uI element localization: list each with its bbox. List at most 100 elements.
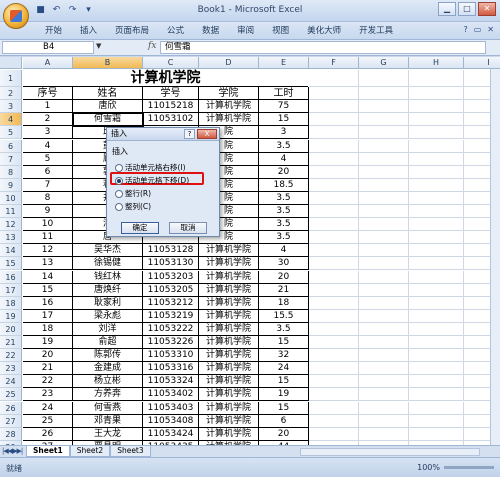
row-header[interactable]: 9 xyxy=(0,178,22,192)
option-shift-right[interactable]: 活动单元格右移(I) xyxy=(115,162,186,173)
table-cell[interactable]: 10 xyxy=(23,218,73,232)
empty-cell[interactable] xyxy=(359,362,409,376)
table-cell[interactable]: 计算机学院 xyxy=(199,244,259,258)
table-cell[interactable]: 24 xyxy=(23,401,73,415)
radio-selected-icon[interactable] xyxy=(115,176,123,185)
empty-cell[interactable] xyxy=(359,178,409,192)
empty-cell[interactable] xyxy=(309,257,359,271)
empty-cell[interactable] xyxy=(409,70,464,88)
dialog-help-button[interactable]: ? xyxy=(184,129,195,139)
table-cell[interactable]: 计算机学院 xyxy=(199,257,259,271)
table-cell[interactable]: 陈郭传 xyxy=(73,349,143,363)
zoom-level[interactable]: 100% xyxy=(417,463,440,472)
sheet-tab[interactable]: Sheet2 xyxy=(69,446,111,457)
empty-cell[interactable] xyxy=(409,191,464,205)
empty-cell[interactable] xyxy=(309,100,359,114)
table-cell[interactable]: 32 xyxy=(259,349,309,363)
empty-cell[interactable] xyxy=(409,205,464,219)
minimize-button[interactable]: ▁ xyxy=(438,2,456,16)
table-cell[interactable]: 14 xyxy=(23,270,73,284)
table-cell[interactable]: 26 xyxy=(23,427,73,441)
header-cell[interactable]: 序号 xyxy=(23,87,73,101)
table-cell[interactable]: 计算机学院 xyxy=(199,362,259,376)
table-cell[interactable]: 何雪燕 xyxy=(73,401,143,415)
empty-cell[interactable] xyxy=(359,309,409,323)
table-cell[interactable]: 12 xyxy=(23,244,73,258)
empty-cell[interactable] xyxy=(409,349,464,363)
radio-icon[interactable] xyxy=(115,202,123,211)
table-cell[interactable]: 11053212 xyxy=(143,296,199,310)
table-cell[interactable]: 刘洋 xyxy=(73,322,143,336)
zoom-slider[interactable] xyxy=(444,466,494,469)
empty-cell[interactable] xyxy=(359,205,409,219)
table-cell[interactable]: 11053128 xyxy=(143,244,199,258)
empty-cell[interactable] xyxy=(309,401,359,415)
empty-cell[interactable] xyxy=(359,257,409,271)
row-header[interactable]: 28 xyxy=(0,427,22,441)
empty-cell[interactable] xyxy=(409,283,464,297)
empty-cell[interactable] xyxy=(409,87,464,101)
table-cell[interactable]: 15 xyxy=(259,401,309,415)
table-cell[interactable]: 30 xyxy=(259,257,309,271)
empty-cell[interactable] xyxy=(359,296,409,310)
table-cell[interactable]: 18 xyxy=(23,322,73,336)
table-cell[interactable]: 19 xyxy=(259,388,309,402)
cancel-button[interactable]: 取消 xyxy=(169,222,207,234)
row-header[interactable]: 11 xyxy=(0,205,22,219)
empty-cell[interactable] xyxy=(409,231,464,245)
table-cell[interactable]: 计算机学院 xyxy=(199,427,259,441)
ribbon-tab[interactable]: 审阅 xyxy=(228,24,263,39)
table-cell[interactable]: 计算机学院 xyxy=(199,349,259,363)
ribbon-tab[interactable]: 开发工具 xyxy=(350,24,402,39)
row-header[interactable]: 26 xyxy=(0,401,22,415)
column-header[interactable]: B xyxy=(73,57,143,69)
table-cell[interactable]: 23 xyxy=(23,388,73,402)
row-header[interactable]: 12 xyxy=(0,218,22,232)
empty-cell[interactable] xyxy=(309,218,359,232)
table-cell[interactable]: 18.5 xyxy=(259,178,309,192)
empty-cell[interactable] xyxy=(309,336,359,350)
help-icon[interactable]: ? xyxy=(463,25,467,34)
empty-cell[interactable] xyxy=(409,152,464,166)
empty-cell[interactable] xyxy=(309,283,359,297)
ribbon-tab[interactable]: 开始 xyxy=(36,24,71,39)
formula-input[interactable]: 何雪霜 xyxy=(160,41,486,54)
ribbon-tab[interactable]: 美化大师 xyxy=(298,24,350,39)
empty-cell[interactable] xyxy=(409,362,464,376)
row-header[interactable]: 10 xyxy=(0,191,22,205)
table-cell[interactable]: 王大龙 xyxy=(73,427,143,441)
ribbon-close-icon[interactable]: ✕ xyxy=(487,25,494,34)
table-cell[interactable]: 20 xyxy=(259,270,309,284)
radio-icon[interactable] xyxy=(115,189,123,198)
sheet-tab[interactable]: Sheet1 xyxy=(26,446,70,457)
table-cell[interactable]: 75 xyxy=(259,100,309,114)
header-cell[interactable]: 工时 xyxy=(259,87,309,101)
empty-cell[interactable] xyxy=(309,165,359,179)
table-cell[interactable]: 3 xyxy=(23,126,73,140)
table-cell[interactable]: 9 xyxy=(23,205,73,219)
empty-cell[interactable] xyxy=(309,139,359,153)
ribbon-tab[interactable]: 公式 xyxy=(158,24,193,39)
sheet-nav-arrows-icon[interactable]: |◀◀▶▶| xyxy=(2,447,23,455)
empty-cell[interactable] xyxy=(309,388,359,402)
table-cell[interactable]: 梁永彪 xyxy=(73,309,143,323)
table-cell[interactable]: 何雪霜 xyxy=(72,112,144,128)
table-cell[interactable]: 3.5 xyxy=(259,218,309,232)
ribbon-tab[interactable]: 视图 xyxy=(263,24,298,39)
row-header[interactable]: 16 xyxy=(0,270,22,284)
ribbon-tab[interactable]: 页面布局 xyxy=(106,24,158,39)
empty-cell[interactable] xyxy=(359,375,409,389)
empty-cell[interactable] xyxy=(359,218,409,232)
option-entire-row[interactable]: 整行(R) xyxy=(115,188,151,199)
table-cell[interactable]: 21 xyxy=(259,283,309,297)
empty-cell[interactable] xyxy=(409,309,464,323)
horizontal-scrollbar[interactable] xyxy=(300,448,480,456)
empty-cell[interactable] xyxy=(359,270,409,284)
column-header[interactable]: G xyxy=(359,57,409,69)
table-cell[interactable]: 邓青果 xyxy=(73,414,143,428)
table-cell[interactable]: 计算机学院 xyxy=(199,388,259,402)
empty-cell[interactable] xyxy=(359,165,409,179)
empty-cell[interactable] xyxy=(359,283,409,297)
function-icon[interactable]: fx xyxy=(148,41,156,51)
table-cell[interactable]: 11053324 xyxy=(143,375,199,389)
